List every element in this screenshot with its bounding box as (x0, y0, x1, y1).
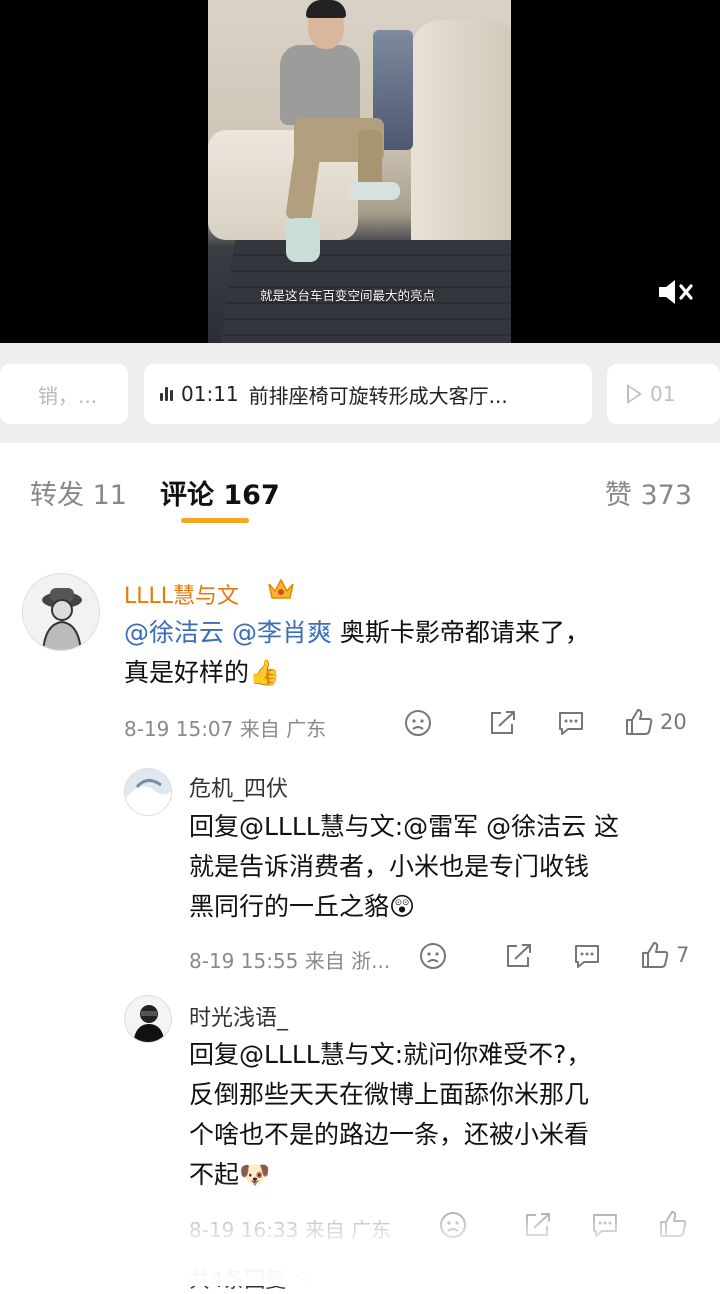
mute-icon[interactable] (656, 277, 696, 307)
comment-text: @徐洁云 @李肖爽 奥斯卡影帝都请来了， 真是好样的👍 (124, 618, 590, 687)
avatar[interactable] (22, 573, 100, 651)
more-replies-link[interactable]: 共4条回复 > (189, 1264, 311, 1294)
dislike-button[interactable] (404, 709, 432, 737)
chapter-current-title: 前排座椅可旋转形成大客厅... (248, 383, 508, 408)
dislike-button[interactable] (439, 1211, 467, 1239)
dislike-face-icon (420, 943, 446, 969)
reply-button[interactable] (572, 942, 602, 970)
like-count: 20 (660, 710, 687, 734)
like-button[interactable]: 7 (640, 940, 689, 970)
thumbs-up-icon (660, 1211, 687, 1237)
tab-likes[interactable]: 赞 373 (605, 473, 692, 512)
dislike-face-icon (405, 710, 431, 736)
tab-repost[interactable]: 转发 11 (30, 473, 127, 512)
reply-button[interactable] (556, 709, 586, 737)
share-icon (491, 711, 515, 734)
active-tab-indicator (181, 518, 249, 523)
thumbs-up-icon (626, 709, 653, 735)
share-icon (526, 1213, 550, 1236)
reply-button[interactable] (590, 1211, 620, 1239)
thumbs-up-icon (642, 942, 669, 968)
share-button[interactable] (504, 942, 534, 970)
chapter-prev-label: 销，... (38, 383, 98, 408)
share-button[interactable] (523, 1211, 553, 1239)
reply-meta: 8-19 16:33 来自 广东 (189, 1218, 392, 1242)
like-count: 7 (676, 943, 690, 967)
comment-bubble-icon (559, 712, 583, 735)
dislike-face-icon (440, 1212, 466, 1238)
comment-bubble-icon (575, 945, 599, 968)
audio-bars-icon (160, 387, 173, 401)
comment-username[interactable]: LLLL慧与文 (124, 578, 239, 610)
share-icon (507, 944, 531, 967)
chapter-next-time: 01 (650, 382, 676, 406)
reply-username[interactable]: 危机_四伏 (189, 771, 288, 803)
mention-link[interactable]: @李肖爽 (232, 618, 332, 647)
chapter-strip: 销，... 01:11 前排座椅可旋转形成大客厅... 01 (0, 343, 720, 443)
like-button[interactable] (658, 1209, 688, 1239)
reply-text: 回复@LLLL慧与文:就问你难受不?， 反倒那些天天在微博上面舔你米那几 个啥也… (189, 1040, 592, 1189)
video-subtitle: 就是这台车百变空间最大的亮点 (260, 288, 436, 303)
chapter-prev[interactable]: 销，... (0, 364, 128, 424)
comment-meta: 8-19 15:07 来自 广东 (124, 717, 327, 741)
tab-comments[interactable]: 评论 167 (160, 473, 280, 512)
reply-text: 回复@LLLL慧与文:@雷军 @徐洁云 这 就是告诉消费者，小米也是专门收钱 黑… (189, 812, 620, 921)
reply-meta: 8-19 15:55 来自 浙... (189, 949, 391, 973)
chapter-current-time: 01:11 (181, 382, 239, 406)
avatar[interactable] (124, 768, 172, 816)
avatar[interactable] (124, 995, 172, 1043)
video-player[interactable]: 就是这台车百变空间最大的亮点 (0, 0, 720, 343)
dislike-button[interactable] (419, 942, 447, 970)
tab-bar: 转发 11 评论 167 赞 373 (0, 443, 720, 543)
like-button[interactable]: 20 (624, 707, 687, 737)
comment-bubble-icon (593, 1214, 617, 1237)
mention-link[interactable]: @徐洁云 (124, 618, 224, 647)
chapter-next[interactable]: 01 (607, 364, 720, 424)
reply-username[interactable]: 时光浅语_ (189, 1000, 288, 1032)
vip-crown-icon (266, 576, 296, 606)
play-icon (627, 384, 642, 404)
chapter-current[interactable]: 01:11 前排座椅可旋转形成大客厅... (144, 364, 592, 424)
share-button[interactable] (488, 709, 518, 737)
